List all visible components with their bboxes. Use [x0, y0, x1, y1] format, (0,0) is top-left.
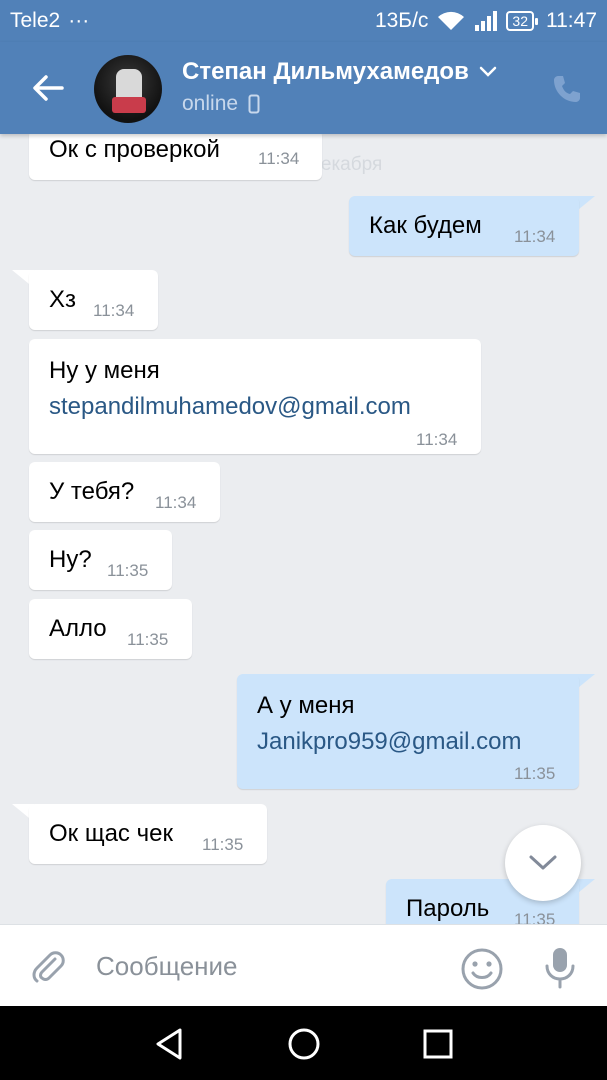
- triangle-back-icon[interactable]: [152, 1026, 188, 1062]
- message-outgoing[interactable]: А у меня Janikpro959@gmail.com 11:35: [237, 674, 579, 789]
- message-outgoing[interactable]: Как будем 11:34: [349, 196, 579, 256]
- email-link[interactable]: stepandilmuhamedov@gmail.com: [49, 393, 411, 421]
- wifi-icon: [438, 11, 465, 30]
- message-time: 11:34: [416, 430, 458, 449]
- status-bar: Tele2 ··· 13Б/с 32 11:47: [0, 0, 607, 42]
- message-time: 11:35: [514, 764, 556, 783]
- message-time: 11:34: [93, 301, 135, 320]
- message-text: А у меня: [257, 692, 355, 719]
- battery-indicator: 32: [506, 11, 538, 31]
- online-label: online: [182, 92, 239, 115]
- status-left: Tele2 ···: [10, 9, 89, 33]
- message-text: Алло: [49, 615, 107, 642]
- message-text: У тебя?: [49, 478, 135, 505]
- message-incoming[interactable]: У тебя? 11:34: [29, 462, 220, 522]
- message-incoming[interactable]: Ну у меня stepandilmuhamedov@gmail.com 1…: [29, 339, 481, 454]
- status-right: 13Б/с 32 11:47: [375, 9, 597, 33]
- message-incoming[interactable]: Хз 11:34: [29, 270, 158, 330]
- message-time: 11:34: [155, 493, 197, 512]
- message-text: Пароль: [406, 895, 490, 922]
- mobile-phone-icon: [248, 94, 260, 114]
- message-text: Ну у меня: [49, 357, 160, 384]
- contact-status: online: [182, 92, 260, 116]
- contact-avatar[interactable]: [94, 55, 162, 123]
- square-recents-icon[interactable]: [420, 1026, 456, 1062]
- avatar-mask: [112, 97, 146, 113]
- network-speed: 13Б/с: [374, 9, 429, 32]
- chat-header: Степан Дильмухамедов online: [0, 42, 607, 134]
- circle-home-icon[interactable]: [286, 1026, 322, 1062]
- signal-icon: [475, 11, 498, 31]
- message-time: 11:35: [202, 835, 244, 854]
- contact-name-button[interactable]: Степан Дильмухамедов: [182, 58, 497, 86]
- contact-name: Степан Дильмухамедов: [182, 58, 469, 85]
- message-time: 11:35: [107, 561, 149, 580]
- message-text: Ну?: [49, 546, 92, 573]
- message-time: 11:34: [514, 227, 556, 246]
- message-text: Как будем: [369, 212, 482, 239]
- message-incoming[interactable]: Ок с проверкой 11:34: [29, 134, 322, 180]
- message-time: 11:34: [258, 149, 300, 168]
- message-list[interactable]: Сегодня, 12 декабря Ок с проверкой 11:34…: [0, 134, 607, 924]
- chevron-down-icon: [479, 66, 497, 77]
- message-input[interactable]: Сообщение: [96, 951, 238, 982]
- microphone-icon[interactable]: [540, 945, 580, 991]
- phone-call-icon[interactable]: [550, 72, 584, 106]
- message-incoming[interactable]: Ну? 11:35: [29, 530, 172, 590]
- message-incoming[interactable]: Алло 11:35: [29, 599, 192, 659]
- paperclip-icon[interactable]: [28, 947, 68, 987]
- smile-icon[interactable]: [460, 947, 504, 991]
- arrow-left-icon[interactable]: [26, 66, 70, 110]
- message-time: 11:35: [127, 630, 169, 649]
- message-text: Ок с проверкой: [49, 136, 220, 163]
- clock: 11:47: [546, 9, 597, 32]
- system-navigation-bar: [0, 1006, 607, 1080]
- message-time: 11:35: [514, 910, 556, 924]
- message-text: Хз: [49, 286, 77, 313]
- scroll-to-bottom-button[interactable]: [505, 825, 581, 901]
- notification-dots: ···: [68, 9, 90, 32]
- chevron-down-icon: [529, 855, 557, 870]
- message-composer: Сообщение: [0, 924, 607, 1006]
- email-link[interactable]: Janikpro959@gmail.com: [257, 728, 521, 756]
- message-text: Ок щас чек: [49, 820, 173, 847]
- carrier-label: Tele2: [10, 9, 61, 32]
- message-incoming[interactable]: Ок щас чек 11:35: [29, 804, 267, 864]
